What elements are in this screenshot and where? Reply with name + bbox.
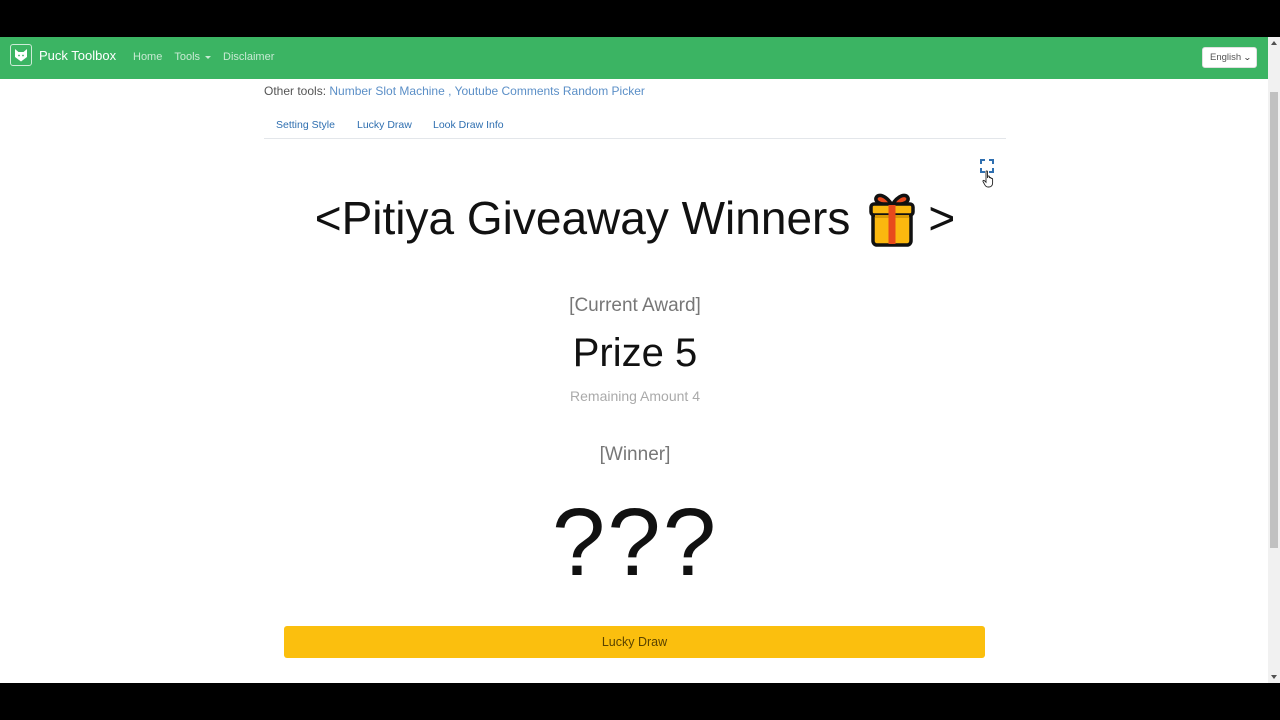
remaining-amount: Remaining Amount 4 [570, 388, 700, 404]
title-text: <Pitiya Giveaway Winners [314, 192, 851, 244]
caret-down-icon [205, 55, 212, 59]
nav-home-label: Home [133, 51, 163, 63]
current-award-label: [Current Award] [569, 295, 701, 316]
nav-links: Home Tools Disclaimer [133, 51, 286, 63]
brand-link[interactable]: Puck Toolbox [10, 44, 116, 66]
screen-top-bar [0, 0, 1280, 37]
nav-tools-dropdown[interactable]: Tools [174, 51, 212, 63]
tab-setting-style[interactable]: Setting Style [276, 119, 335, 131]
link-youtube-comments-random-picker[interactable]: Youtube Comments Random Picker [455, 84, 645, 98]
screen-bottom-bar [0, 683, 1280, 720]
page-title: <Pitiya Giveaway Winners > [264, 189, 1006, 247]
navbar: Puck Toolbox Home Tools Disclaimer Engli… [0, 37, 1268, 79]
tab-look-draw-info[interactable]: Look Draw Info [433, 119, 504, 131]
vertical-scrollbar[interactable] [1268, 37, 1280, 683]
title-closing: > [928, 192, 956, 244]
brand-name: Puck Toolbox [39, 47, 117, 63]
scrollbar-thumb[interactable] [1270, 92, 1278, 548]
tab-bar: Setting Style Lucky Draw Look Draw Info [264, 114, 1006, 139]
link-number-slot-machine[interactable]: Number Slot Machine [329, 84, 444, 98]
scroll-up-arrow-icon[interactable] [1271, 41, 1277, 45]
nav-disclaimer[interactable]: Disclaimer [223, 51, 274, 63]
winner-value: ??? [551, 489, 719, 596]
winner-label: [Winner] [599, 444, 671, 465]
nav-home[interactable]: Home [133, 51, 162, 63]
chevron-down-icon: ⌄ [1243, 53, 1253, 62]
nav-disclaimer-label: Disclaimer [223, 51, 275, 63]
page: Puck Toolbox Home Tools Disclaimer Engli… [0, 37, 1268, 683]
tab-lucky-draw[interactable]: Lucky Draw [357, 119, 412, 131]
current-prize: Prize 5 [572, 331, 698, 375]
nav-tools-label: Tools [174, 51, 201, 63]
hand-cursor-icon [982, 170, 996, 188]
cat-logo-icon [10, 44, 32, 66]
browser-viewport: Puck Toolbox Home Tools Disclaimer Engli… [0, 37, 1280, 683]
language-select-value: English [1210, 52, 1242, 63]
lucky-draw-button[interactable]: Lucky Draw [284, 626, 985, 658]
other-tools-prefix: Other tools: [264, 84, 327, 98]
scroll-down-arrow-icon[interactable] [1271, 675, 1277, 679]
gift-icon [866, 189, 918, 247]
other-tools-separator: , [444, 84, 455, 98]
language-select[interactable]: English ⌄ [1202, 47, 1257, 68]
other-tools: Other tools: Number Slot Machine , Youtu… [264, 84, 645, 98]
